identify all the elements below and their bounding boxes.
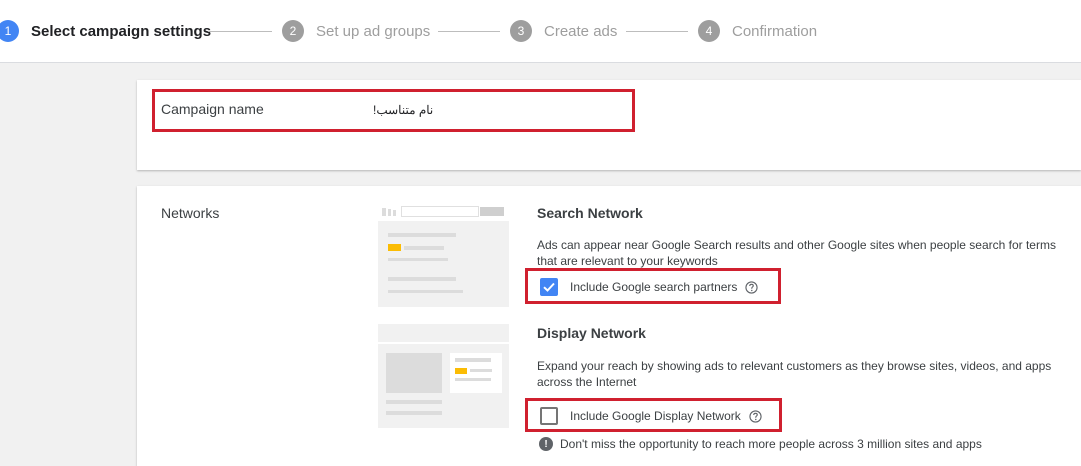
step-label-2: Set up ad groups	[316, 22, 431, 40]
step-set-up-ad-groups[interactable]: 2 Set up ad groups	[282, 20, 430, 42]
exclamation-circle-icon: !	[539, 437, 553, 451]
step-label-3: Create ads	[544, 22, 618, 40]
display-network-checkbox[interactable]	[540, 407, 558, 425]
step-number-1: 1	[0, 20, 19, 42]
display-network-description: Expand your reach by showing ads to rele…	[537, 359, 1052, 389]
step-confirmation[interactable]: 4 Confirmation	[698, 20, 817, 42]
display-network-warning-text: Don't miss the opportunity to reach more…	[560, 437, 982, 451]
display-network-warning: ! Don't miss the opportunity to reach mo…	[539, 437, 982, 451]
search-partners-checkbox[interactable]	[540, 278, 558, 296]
checkmark-icon	[543, 282, 555, 292]
step-connector	[438, 31, 500, 32]
step-label-4: Confirmation	[732, 22, 818, 40]
search-partners-option[interactable]: Include Google search partners	[540, 278, 759, 296]
search-network-description: Ads can appear near Google Search result…	[537, 238, 1056, 268]
help-circle-icon[interactable]	[745, 280, 759, 294]
display-network-title: Display Network	[537, 325, 646, 341]
help-circle-icon[interactable]	[749, 409, 762, 423]
networks-label: Networks	[161, 205, 220, 221]
search-partners-label: Include Google search partners	[570, 280, 738, 294]
campaign-name-value[interactable]: نام متناسب!	[373, 103, 433, 117]
step-number-4: 4	[698, 20, 720, 42]
display-network-option[interactable]: Include Google Display Network	[540, 407, 762, 425]
search-network-title: Search Network	[537, 205, 643, 221]
display-network-illustration	[378, 324, 509, 428]
display-network-label: Include Google Display Network	[570, 409, 741, 423]
networks-card: Networks Search Network Ads can appear n…	[137, 186, 1081, 466]
step-create-ads[interactable]: 3 Create ads	[510, 20, 617, 42]
search-network-illustration	[378, 203, 509, 307]
campaign-name-card: Campaign name نام متناسب!	[137, 80, 1081, 170]
step-connector	[626, 31, 688, 32]
campaign-stepper: 1 Select campaign settings 2 Set up ad g…	[0, 0, 1081, 63]
step-connector	[208, 31, 272, 32]
campaign-name-label: Campaign name	[161, 101, 264, 117]
step-label-1: Select campaign settings	[31, 22, 212, 40]
step-number-3: 3	[510, 20, 532, 42]
step-select-campaign-settings[interactable]: 1 Select campaign settings	[0, 20, 211, 42]
step-number-2: 2	[282, 20, 304, 42]
